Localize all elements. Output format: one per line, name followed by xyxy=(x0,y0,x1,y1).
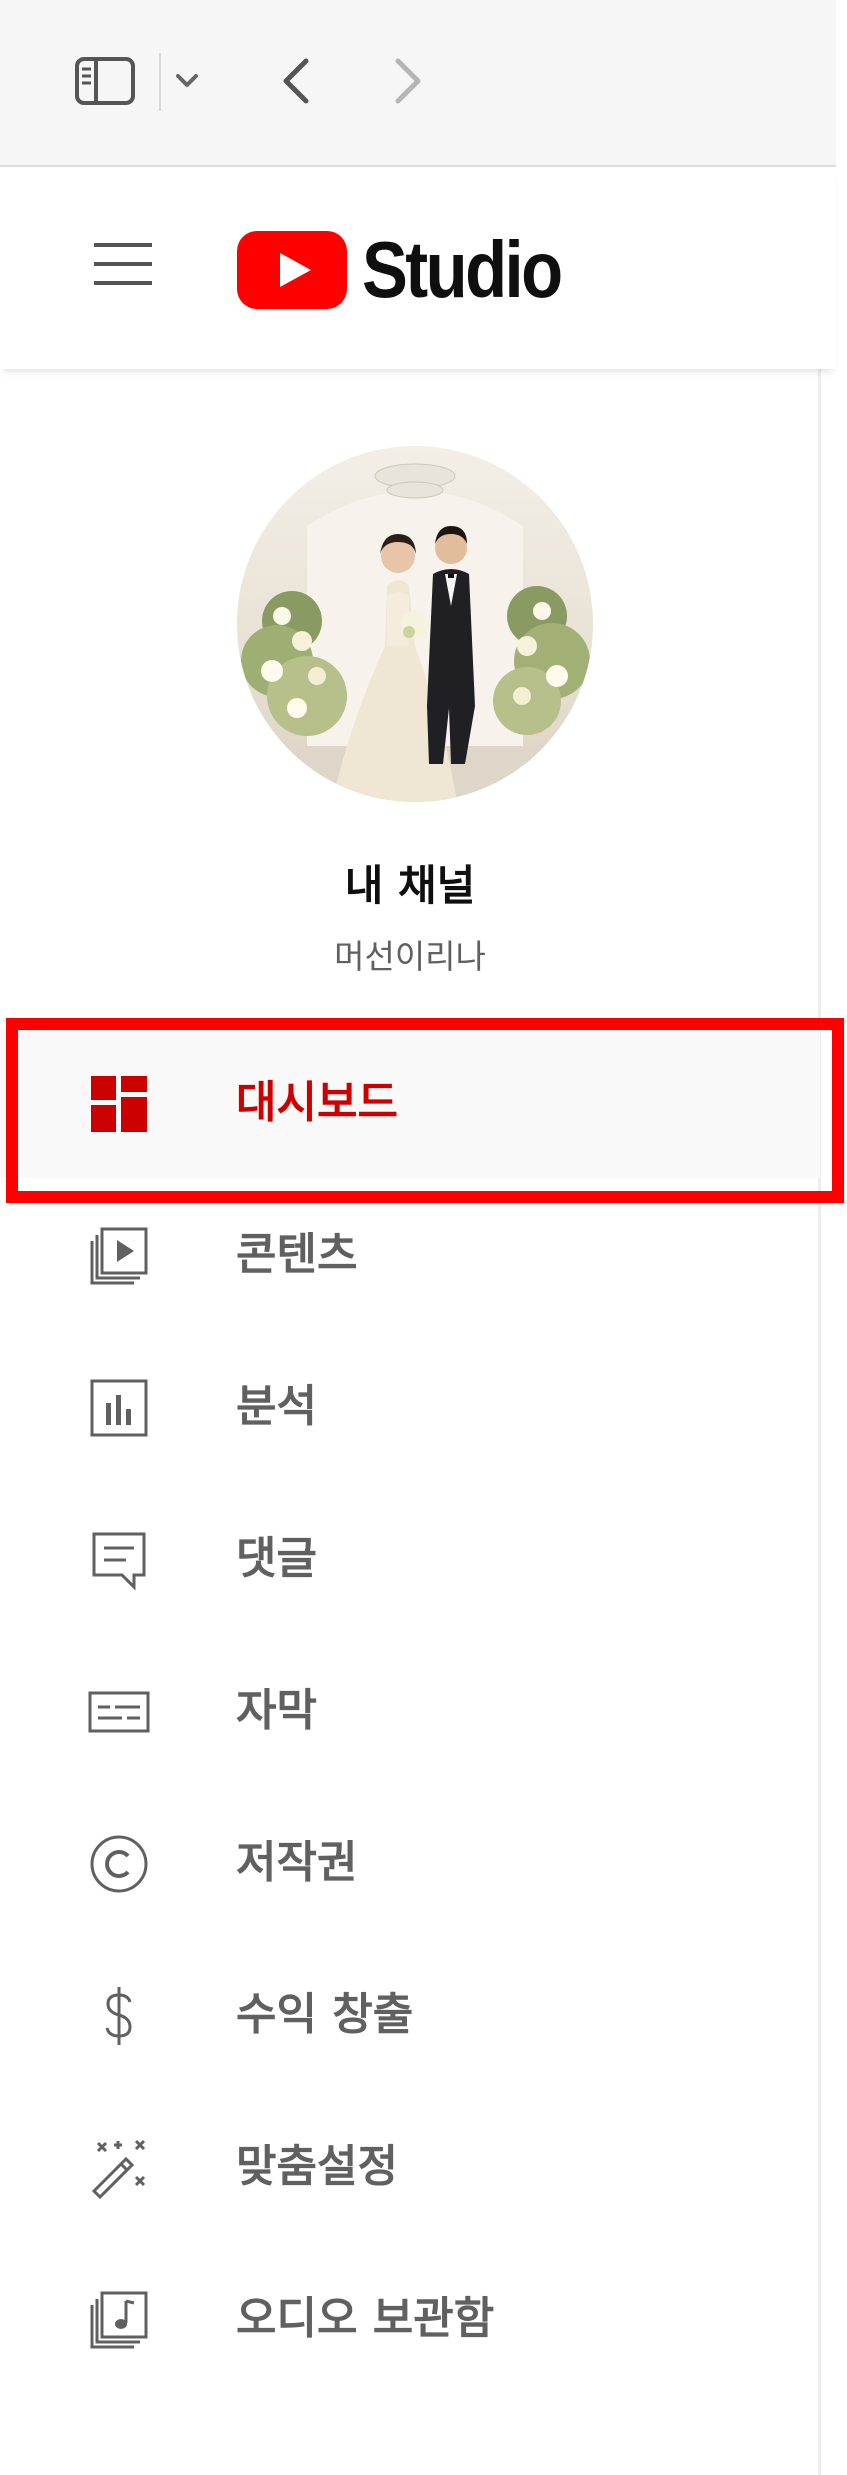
chevron-right-icon xyxy=(395,58,421,104)
subtitles-icon xyxy=(88,1691,150,1733)
logo-text: Studio xyxy=(362,225,563,314)
nav-label: 대시보드 xyxy=(236,1077,398,1128)
audio-library-icon xyxy=(90,2291,148,2349)
video-library-icon xyxy=(90,1227,148,1285)
browser-toolbar xyxy=(0,0,836,167)
nav-label: 수익 창출 xyxy=(236,1989,414,2040)
channel-avatar[interactable] xyxy=(237,446,593,802)
youtube-logo-icon xyxy=(237,231,347,309)
nav-label: 저작권 xyxy=(236,1837,358,1888)
channel-name: 머선이리나 xyxy=(334,937,486,976)
comment-icon xyxy=(92,1532,146,1591)
nav-item-audio-library[interactable]: 오디오 보관함 xyxy=(0,2244,820,2394)
nav-label: 콘텐츠 xyxy=(236,1229,358,1280)
nav-item-subtitles[interactable]: 자막 xyxy=(0,1636,820,1786)
toolbar-divider xyxy=(159,53,161,111)
studio-header: Studio xyxy=(0,169,836,369)
nav-item-monetization[interactable]: 수익 창출 xyxy=(0,1940,820,2090)
nav-label: 오디오 보관함 xyxy=(236,2293,495,2344)
chevron-left-icon[interactable] xyxy=(278,55,314,107)
nav-label: 분석 xyxy=(236,1381,317,1432)
nav-label: 댓글 xyxy=(236,1533,317,1584)
dashboard-icon xyxy=(91,1076,147,1132)
youtube-studio-logo[interactable]: Studio xyxy=(237,225,593,315)
sidebar-toggle-icon[interactable] xyxy=(74,56,136,106)
magic-wand-icon xyxy=(91,2139,146,2199)
nav-item-copyright[interactable]: 저작권 xyxy=(0,1788,820,1938)
nav-item-comments[interactable]: 댓글 xyxy=(0,1484,820,1634)
page: Studio 내 채널 머선이리나 대시보드 콘텐츠 분석 댓글 자막 저작권 … xyxy=(0,0,847,2475)
analytics-icon xyxy=(90,1379,148,1437)
chevron-down-icon[interactable] xyxy=(172,66,202,96)
channel-title: 내 채널 xyxy=(344,861,476,910)
nav-item-content[interactable]: 콘텐츠 xyxy=(0,1180,820,1330)
copyright-icon xyxy=(90,1835,148,1893)
nav-item-analytics[interactable]: 분석 xyxy=(0,1332,820,1482)
nav-label: 자막 xyxy=(236,1685,317,1736)
nav-label: 맞춤설정 xyxy=(236,2141,398,2192)
dollar-icon xyxy=(105,1987,132,2045)
hamburger-menu-icon[interactable] xyxy=(92,241,154,287)
nav-item-customization[interactable]: 맞춤설정 xyxy=(0,2092,820,2242)
nav-item-dashboard[interactable]: 대시보드 xyxy=(0,1028,820,1178)
